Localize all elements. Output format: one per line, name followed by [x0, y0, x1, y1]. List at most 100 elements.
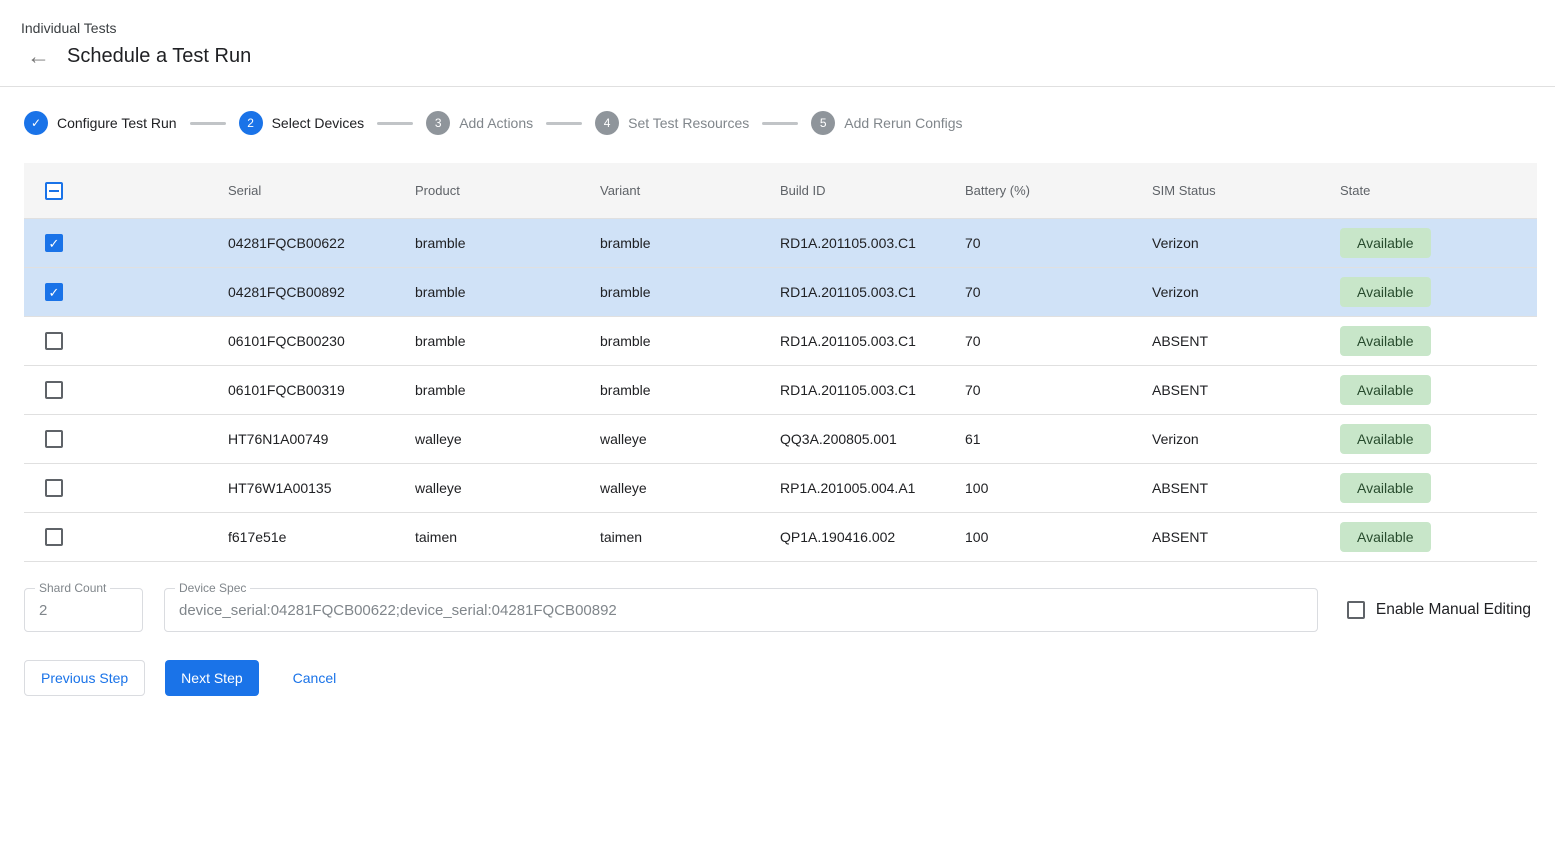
step-label-add-actions: Add Actions [459, 115, 533, 131]
device-spec-label: Device Spec [175, 581, 250, 595]
cell-product: walleye [415, 480, 600, 496]
enable-manual-editing-label: Enable Manual Editing [1376, 601, 1531, 619]
back-arrow-icon[interactable]: ← [27, 45, 50, 68]
column-header-sim-status: SIM Status [1152, 183, 1340, 198]
cell-battery: 70 [965, 333, 1152, 349]
cell-battery: 70 [965, 284, 1152, 300]
device-spec-input[interactable] [165, 589, 1317, 631]
select-all-checkbox[interactable] [45, 182, 63, 200]
table-row: 06101FQCB00319 bramble bramble RD1A.2011… [24, 366, 1537, 415]
next-step-button[interactable]: Next Step [165, 660, 258, 696]
step-add-rerun-configs: 5 Add Rerun Configs [811, 111, 962, 135]
row-checkbox[interactable]: ✓ [45, 283, 63, 301]
device-spec-field: Device Spec [164, 588, 1318, 632]
row-checkbox[interactable]: ✓ [45, 234, 63, 252]
row-checkbox[interactable] [45, 332, 63, 350]
cell-build-id: QP1A.190416.002 [780, 529, 965, 545]
step-label-configure-test-run: Configure Test Run [57, 115, 177, 131]
cell-battery: 70 [965, 235, 1152, 251]
state-badge: Available [1340, 326, 1431, 356]
table-header-row: Serial Product Variant Build ID Battery … [24, 163, 1537, 219]
row-checkbox[interactable] [45, 381, 63, 399]
cancel-button[interactable]: Cancel [277, 660, 353, 696]
table-row: 06101FQCB00230 bramble bramble RD1A.2011… [24, 317, 1537, 366]
title-row: ← Schedule a Test Run [21, 45, 1531, 68]
step-number-2: 2 [239, 111, 263, 135]
column-header-variant: Variant [600, 183, 780, 198]
state-badge: Available [1340, 424, 1431, 454]
column-header-product: Product [415, 183, 600, 198]
cell-product: taimen [415, 529, 600, 545]
cell-battery: 100 [965, 529, 1152, 545]
cell-serial: 06101FQCB00319 [228, 382, 415, 398]
step-select-devices[interactable]: 2 Select Devices [239, 111, 365, 135]
step-label-select-devices: Select Devices [272, 115, 365, 131]
step-label-add-rerun-configs: Add Rerun Configs [844, 115, 962, 131]
cell-sim-status: ABSENT [1152, 529, 1340, 545]
indeterminate-dash-icon [49, 190, 59, 192]
cell-serial: 04281FQCB00892 [228, 284, 415, 300]
column-header-build-id: Build ID [780, 183, 965, 198]
row-checkbox[interactable] [45, 479, 63, 497]
state-badge: Available [1340, 277, 1431, 307]
cell-build-id: RD1A.201105.003.C1 [780, 333, 965, 349]
state-badge: Available [1340, 375, 1431, 405]
step-configure-test-run[interactable]: ✓ Configure Test Run [24, 111, 177, 135]
cell-variant: walleye [600, 431, 780, 447]
cell-build-id: QQ3A.200805.001 [780, 431, 965, 447]
page-title: Schedule a Test Run [67, 45, 251, 68]
previous-step-button[interactable]: Previous Step [24, 660, 145, 696]
cell-variant: walleye [600, 480, 780, 496]
cell-variant: bramble [600, 382, 780, 398]
cell-build-id: RD1A.201105.003.C1 [780, 382, 965, 398]
cell-serial: 04281FQCB00622 [228, 235, 415, 251]
step-connector [377, 122, 413, 125]
state-badge: Available [1340, 522, 1431, 552]
column-header-serial: Serial [228, 183, 415, 198]
step-label-set-test-resources: Set Test Resources [628, 115, 749, 131]
cell-battery: 70 [965, 382, 1152, 398]
table-row: ✓ 04281FQCB00892 bramble bramble RD1A.20… [24, 268, 1537, 317]
shard-count-input[interactable] [25, 589, 142, 631]
cell-variant: bramble [600, 235, 780, 251]
cell-battery: 61 [965, 431, 1152, 447]
schedule-test-run-page: Individual Tests ← Schedule a Test Run ✓… [0, 0, 1555, 696]
cell-product: bramble [415, 333, 600, 349]
step-number-5: 5 [811, 111, 835, 135]
table-row: ✓ 04281FQCB00622 bramble bramble RD1A.20… [24, 219, 1537, 268]
state-badge: Available [1340, 228, 1431, 258]
cell-serial: HT76N1A00749 [228, 431, 415, 447]
device-table: Serial Product Variant Build ID Battery … [24, 163, 1537, 562]
state-badge: Available [1340, 473, 1431, 503]
cell-build-id: RP1A.201005.004.A1 [780, 480, 965, 496]
enable-manual-editing[interactable]: Enable Manual Editing [1347, 601, 1531, 619]
cell-build-id: RD1A.201105.003.C1 [780, 284, 965, 300]
column-header-battery: Battery (%) [965, 183, 1152, 198]
cell-sim-status: Verizon [1152, 235, 1340, 251]
enable-manual-editing-checkbox[interactable] [1347, 601, 1365, 619]
column-header-state: State [1340, 183, 1537, 198]
topbar: Individual Tests ← Schedule a Test Run [0, 0, 1555, 68]
cell-build-id: RD1A.201105.003.C1 [780, 235, 965, 251]
breadcrumb: Individual Tests [21, 20, 1531, 36]
cell-product: bramble [415, 382, 600, 398]
cell-product: bramble [415, 235, 600, 251]
cell-sim-status: ABSENT [1152, 333, 1340, 349]
row-checkbox[interactable] [45, 528, 63, 546]
cell-sim-status: Verizon [1152, 284, 1340, 300]
stepper: ✓ Configure Test Run 2 Select Devices 3 … [24, 111, 1555, 135]
step-add-actions: 3 Add Actions [426, 111, 533, 135]
step-set-test-resources: 4 Set Test Resources [595, 111, 749, 135]
cell-variant: bramble [600, 284, 780, 300]
cell-sim-status: ABSENT [1152, 382, 1340, 398]
cell-battery: 100 [965, 480, 1152, 496]
row-checkbox[interactable] [45, 430, 63, 448]
step-connector [546, 122, 582, 125]
header-divider [0, 86, 1555, 87]
cell-serial: HT76W1A00135 [228, 480, 415, 496]
table-row: f617e51e taimen taimen QP1A.190416.002 1… [24, 513, 1537, 562]
step-completed-check-icon: ✓ [24, 111, 48, 135]
actions-row: Previous Step Next Step Cancel [24, 660, 1531, 696]
cell-variant: bramble [600, 333, 780, 349]
shard-count-label: Shard Count [35, 581, 110, 595]
